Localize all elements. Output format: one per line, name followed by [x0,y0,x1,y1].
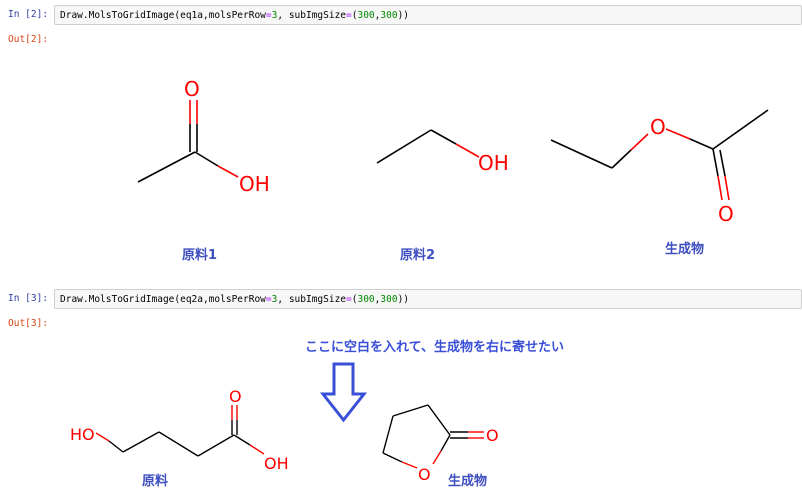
down-arrow-icon [319,362,368,423]
atom-hydroxyl: HO [70,425,95,444]
molecule-hydroxybutanoic-acid: HO O OH [70,387,289,473]
caption-product: 生成物 [448,474,488,489]
caption-starting-material: 原料 [142,474,169,489]
molecule-grid-2: HO O OH O O [70,362,499,484]
atom-ring-oxygen: O [418,465,431,484]
atom-carbonyl-oxygen: O [486,426,499,445]
atom-oxygen: O [229,387,242,406]
atom-hydroxyl: OH [264,454,289,473]
